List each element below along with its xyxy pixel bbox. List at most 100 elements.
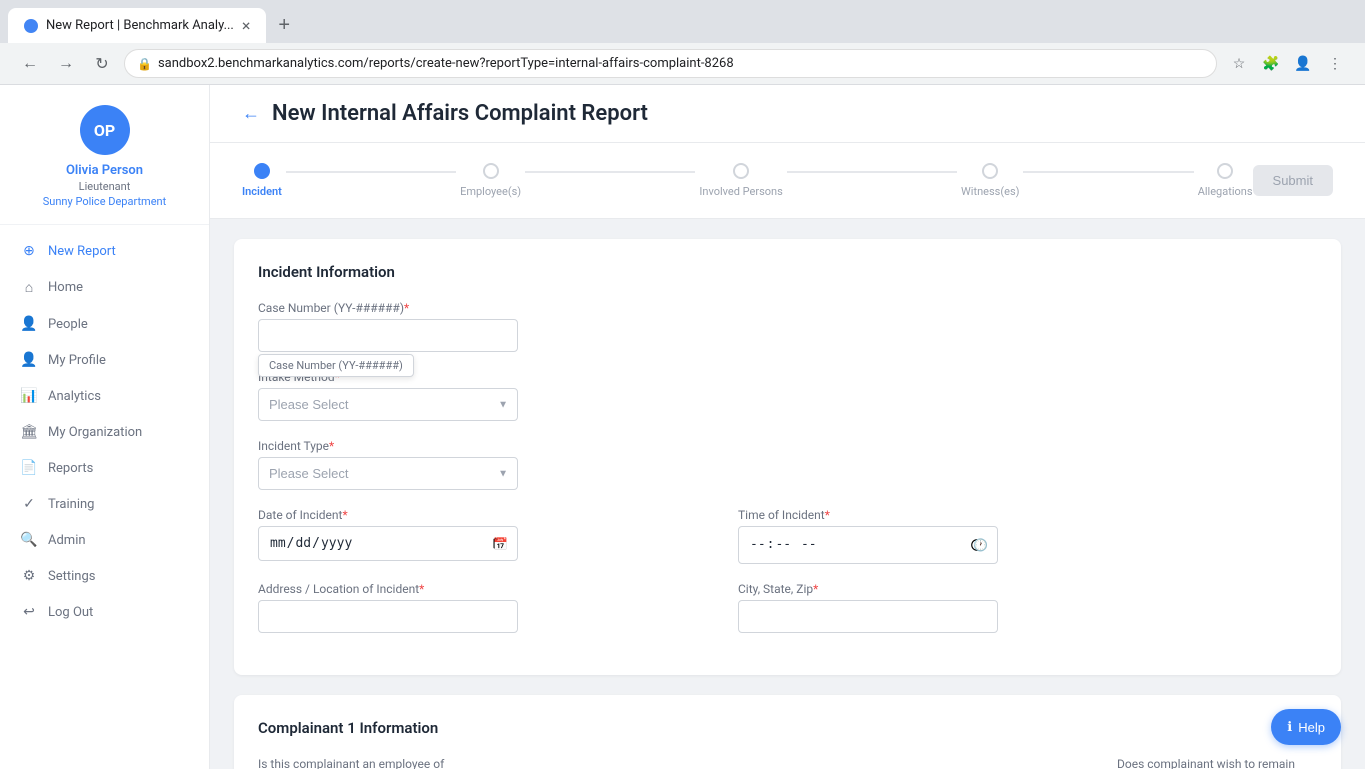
- organization-icon: 🏛: [20, 424, 38, 440]
- sidebar-item-training-label: Training: [48, 497, 94, 512]
- sidebar-item-admin[interactable]: 🔍 Admin: [0, 522, 209, 558]
- case-number-row: Case Number (YY-######)* Case Number (YY…: [258, 301, 1317, 352]
- user-name: Olivia Person: [66, 163, 143, 178]
- step-involved-persons[interactable]: Involved Persons: [699, 163, 782, 198]
- time-of-incident-wrapper: 🕐: [738, 526, 998, 564]
- anonymous-toggle-label: Does complainant wish to remain anonymou…: [1117, 757, 1317, 769]
- sidebar-item-new-report[interactable]: ⊕ New Report: [0, 233, 209, 269]
- time-clock-icon: 🕐: [973, 538, 988, 552]
- help-button[interactable]: ℹ Help: [1271, 709, 1341, 745]
- employee-toggle-group: Is this complainant an employee of the d…: [258, 757, 458, 769]
- reload-button[interactable]: ↻: [88, 50, 116, 78]
- step-connector-4: [1023, 171, 1193, 173]
- step-allegations-dot: [1217, 163, 1233, 179]
- sidebar: OP Olivia Person Lieutenant Sunny Police…: [0, 85, 210, 769]
- sidebar-item-my-organization-label: My Organization: [48, 425, 142, 440]
- city-state-zip-input[interactable]: [738, 600, 998, 633]
- tab-favicon: [24, 19, 38, 33]
- employee-toggle-label: Is this complainant an employee of the d…: [258, 757, 458, 769]
- sidebar-item-settings[interactable]: ⚙ Settings: [0, 558, 209, 594]
- avatar: OP: [80, 105, 130, 155]
- forward-nav-button[interactable]: →: [52, 50, 80, 78]
- back-button[interactable]: ←: [242, 103, 260, 124]
- step-witnesses-label: Witness(es): [961, 185, 1019, 198]
- intake-method-select[interactable]: Please Select: [258, 388, 518, 421]
- people-icon: 👤: [20, 316, 38, 332]
- new-report-icon: ⊕: [20, 243, 38, 259]
- sidebar-item-my-profile[interactable]: 👤 My Profile: [0, 342, 209, 378]
- profile-button[interactable]: 👤: [1289, 50, 1317, 78]
- address-label: Address / Location of Incident*: [258, 582, 518, 596]
- step-witnesses-dot: [982, 163, 998, 179]
- case-number-tooltip: Case Number (YY-######): [258, 354, 414, 377]
- steps-container: Incident Employee(s) Involved Persons Wi…: [242, 163, 1253, 198]
- bookmark-button[interactable]: ☆: [1225, 50, 1253, 78]
- time-of-incident-label: Time of Incident*: [738, 508, 998, 522]
- time-of-incident-input[interactable]: [738, 526, 998, 564]
- step-witnesses[interactable]: Witness(es): [961, 163, 1019, 198]
- menu-button[interactable]: ⋮: [1321, 50, 1349, 78]
- reports-icon: 📄: [20, 460, 38, 476]
- url-bar[interactable]: 🔒 sandbox2.benchmarkanalytics.com/report…: [124, 49, 1217, 78]
- case-number-group: Case Number (YY-######)* Case Number (YY…: [258, 301, 518, 352]
- sidebar-item-log-out[interactable]: ↩ Log Out: [0, 594, 209, 630]
- case-number-label: Case Number (YY-######)*: [258, 301, 518, 315]
- page-title: New Internal Affairs Complaint Report: [272, 101, 648, 126]
- step-allegations-label: Allegations: [1198, 185, 1253, 198]
- ssl-icon: 🔒: [137, 57, 152, 71]
- browser-chrome: New Report | Benchmark Analy... × + ← → …: [0, 0, 1365, 85]
- tab-bar: New Report | Benchmark Analy... × +: [0, 0, 1365, 43]
- time-of-incident-group: Time of Incident* 🕐: [738, 508, 998, 564]
- intake-method-group: Intake Method* Please Select ▼: [258, 370, 518, 421]
- step-incident-label: Incident: [242, 185, 282, 198]
- new-tab-button[interactable]: +: [270, 10, 298, 41]
- incident-type-label: Incident Type*: [258, 439, 518, 453]
- sidebar-item-reports[interactable]: 📄 Reports: [0, 450, 209, 486]
- step-allegations[interactable]: Allegations: [1198, 163, 1253, 198]
- date-of-incident-input[interactable]: [258, 526, 518, 561]
- step-connector-1: [286, 171, 456, 173]
- sidebar-item-admin-label: Admin: [48, 533, 86, 548]
- logout-icon: ↩: [20, 604, 38, 620]
- sidebar-item-my-organization[interactable]: 🏛 My Organization: [0, 414, 209, 450]
- date-of-incident-group: Date of Incident* 📅: [258, 508, 518, 561]
- sidebar-item-home[interactable]: ⌂ Home: [0, 269, 209, 306]
- user-department: Sunny Police Department: [43, 195, 166, 208]
- analytics-icon: 📊: [20, 388, 38, 404]
- extension-button[interactable]: 🧩: [1257, 50, 1285, 78]
- incident-type-select[interactable]: Please Select: [258, 457, 518, 490]
- date-time-row: Date of Incident* 📅 Time of Incident* 🕐: [258, 508, 1317, 564]
- tab-title: New Report | Benchmark Analy...: [46, 18, 234, 33]
- sidebar-item-analytics-label: Analytics: [48, 389, 101, 404]
- step-connector-3: [787, 171, 957, 173]
- sidebar-item-people[interactable]: 👤 People: [0, 306, 209, 342]
- step-employees-label: Employee(s): [460, 185, 521, 198]
- sidebar-item-home-label: Home: [48, 280, 83, 295]
- incident-information-section: Incident Information Case Number (YY-###…: [234, 239, 1341, 675]
- step-incident[interactable]: Incident: [242, 163, 282, 198]
- address-group: Address / Location of Incident*: [258, 582, 518, 633]
- city-state-zip-group: City, State, Zip*: [738, 582, 998, 633]
- city-state-zip-label: City, State, Zip*: [738, 582, 998, 596]
- step-connector-2: [525, 171, 695, 173]
- sidebar-item-analytics[interactable]: 📊 Analytics: [0, 378, 209, 414]
- anonymous-toggle-group: Does complainant wish to remain anonymou…: [1117, 757, 1317, 769]
- sidebar-item-log-out-label: Log Out: [48, 605, 93, 620]
- active-tab[interactable]: New Report | Benchmark Analy... ×: [8, 8, 266, 43]
- tab-close-button[interactable]: ×: [242, 16, 251, 35]
- complainant-section: Complainant 1 Information Is this compla…: [234, 695, 1341, 769]
- step-employees[interactable]: Employee(s): [460, 163, 521, 198]
- complainant-toggle-row: Is this complainant an employee of the d…: [258, 757, 1317, 769]
- submit-button[interactable]: Submit: [1253, 165, 1333, 196]
- sidebar-item-reports-label: Reports: [48, 461, 93, 476]
- incident-type-row: Incident Type* Please Select ▼: [258, 439, 1317, 490]
- browser-actions: ☆ 🧩 👤 ⋮: [1225, 50, 1349, 78]
- sidebar-item-training[interactable]: ✓ Training: [0, 486, 209, 522]
- sidebar-item-people-label: People: [48, 317, 88, 332]
- case-number-input[interactable]: [258, 319, 518, 352]
- training-icon: ✓: [20, 496, 38, 512]
- incident-type-select-wrapper: Please Select ▼: [258, 457, 518, 490]
- sidebar-user: OP Olivia Person Lieutenant Sunny Police…: [0, 85, 209, 225]
- back-nav-button[interactable]: ←: [16, 50, 44, 78]
- address-input[interactable]: [258, 600, 518, 633]
